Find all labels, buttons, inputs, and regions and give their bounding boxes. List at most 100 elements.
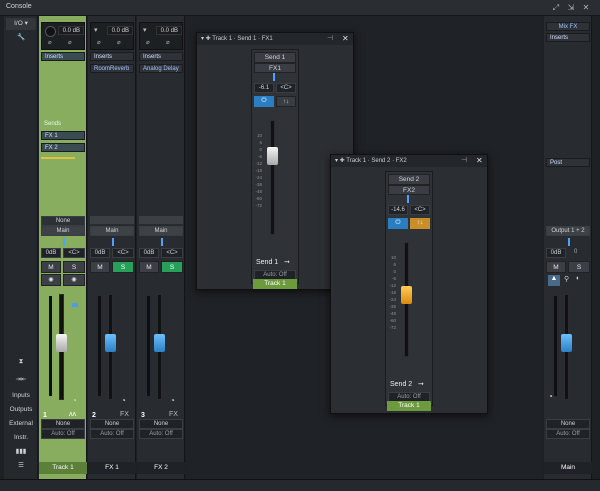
channel-name[interactable]: Track 1 [39, 462, 87, 474]
track-name[interactable]: Track 1 [253, 279, 297, 289]
inserts-header[interactable]: Inserts [546, 33, 590, 42]
pan-value[interactable]: <C> [112, 248, 134, 258]
nav-outputs[interactable]: Outputs [6, 404, 36, 416]
nav-external[interactable]: External [6, 418, 36, 430]
output-select[interactable]: Main [41, 226, 85, 236]
volume-value[interactable]: 0dB [139, 248, 159, 258]
solo-button[interactable]: S [63, 261, 85, 273]
width-knob-icon[interactable]: ◔ [170, 396, 175, 405]
mono-icon[interactable]: ▲ [548, 275, 560, 286]
power-icon[interactable]: ⏻ [254, 96, 274, 107]
channel-strip-track1[interactable]: 0.0 dB ⌀ ⌀ Inserts Sends FX 1 FX 2 None … [39, 16, 87, 479]
volume-value[interactable]: 0dB [90, 248, 110, 258]
output-select[interactable]: Main [90, 226, 134, 236]
collapse-icon[interactable]: ▾ ✚ [335, 158, 346, 164]
fader-cap[interactable] [154, 333, 165, 352]
gain-value[interactable]: 0.0 dB [58, 26, 84, 35]
gain-value[interactable]: 0.0 dB [107, 26, 133, 35]
channel-name[interactable]: FX 1 [88, 462, 136, 474]
mute-button[interactable]: M [41, 261, 61, 273]
automation-mode[interactable]: Auto: Off [546, 429, 590, 439]
channel-strip-fx1[interactable]: ▾ 0.0 dB ⌀ ⌀ Inserts RoomReverb Main 0dB… [88, 16, 136, 479]
solo-button[interactable]: S [161, 261, 183, 273]
expand-icon[interactable]: ⧗ [6, 356, 36, 368]
fader-cap[interactable] [56, 333, 67, 352]
fader-cap[interactable] [105, 333, 116, 352]
channel-name[interactable]: FX 2 [137, 462, 185, 474]
mute-button[interactable]: M [546, 261, 566, 273]
send-pan[interactable]: <C> [410, 205, 430, 215]
pin-icon[interactable]: ⤢ [551, 3, 561, 13]
channel-strip-main[interactable]: Mix FX Inserts Post Output 1 + 2 0dB 0 M… [544, 16, 592, 479]
channel-name[interactable]: Main [544, 462, 592, 474]
wrench-icon[interactable]: 🔧 [6, 32, 36, 44]
send-fader-cap[interactable] [267, 147, 278, 166]
send-pan[interactable]: <C> [276, 83, 296, 93]
io-select[interactable]: None [90, 419, 134, 429]
arrow-right-icon[interactable]: ➞ [284, 258, 290, 266]
nav-instruments[interactable]: Instr. [6, 432, 36, 444]
io-select[interactable]: None [139, 419, 183, 429]
volume-value[interactable]: 0dB [41, 248, 61, 258]
send-level[interactable]: -14.6 [388, 205, 408, 215]
width-knob-icon[interactable]: ◔ [72, 396, 77, 405]
arrow-right-icon[interactable]: ➞ [418, 380, 424, 388]
inserts-header[interactable]: Inserts [41, 52, 85, 61]
collapse-icon[interactable]: ▾ ✚ [201, 36, 212, 42]
width-knob-icon[interactable]: ◔ [121, 396, 126, 405]
prepost-button[interactable]: ↑↓ [276, 96, 296, 107]
send-fx2[interactable]: FX 2 [41, 143, 85, 152]
close-icon[interactable]: ✕ [581, 3, 591, 13]
send-destination[interactable]: FX2 [388, 185, 430, 195]
send-name[interactable]: Send 1 [254, 52, 296, 63]
automation-mode[interactable]: Auto: Off [139, 429, 183, 439]
phase-icon[interactable]: ⌀ [166, 39, 170, 46]
output-select[interactable]: Main [139, 226, 183, 236]
send-fx1[interactable]: FX 1 [41, 131, 85, 140]
bottom-scrollbar[interactable] [0, 479, 600, 491]
send-destination[interactable]: FX1 [254, 63, 296, 73]
phase-icon[interactable]: ⌀ [48, 39, 52, 46]
inserts-header[interactable]: Inserts [90, 52, 134, 61]
input-select[interactable]: None [41, 216, 85, 226]
insert-slot[interactable]: Analog Delay [139, 64, 183, 73]
nav-inputs[interactable]: Inputs [6, 390, 36, 402]
meter-view-icon[interactable]: ▮▮▮ [6, 446, 36, 458]
volume-value[interactable]: 0dB [546, 248, 566, 258]
inserts-header[interactable]: Inserts [139, 52, 183, 61]
pan-value[interactable]: <C> [63, 248, 85, 258]
mute-button[interactable]: M [139, 261, 159, 273]
io-dropdown[interactable]: I/O ▾ [6, 18, 36, 30]
automation-mode[interactable]: Auto: Off [90, 429, 134, 439]
channel-strip-fx2[interactable]: ▾ 0.0 dB ⌀ ⌀ Inserts Analog Delay Main 0… [137, 16, 185, 479]
record-button[interactable]: ◉ [63, 274, 85, 286]
send-window-2[interactable]: ▾ ✚ Track 1 · Send 2 · FX2 ⊣ ✕ Send 2 FX… [330, 154, 488, 414]
pan-value[interactable]: <C> [161, 248, 183, 258]
gain-knob[interactable] [45, 26, 56, 37]
phase-icon[interactable]: ⌀ [97, 39, 101, 46]
insert-slot[interactable]: RoomReverb [90, 64, 134, 73]
mute-button[interactable]: M [90, 261, 110, 273]
link-icon[interactable]: ◐ [576, 275, 580, 282]
send-name[interactable]: Send 2 [388, 174, 430, 185]
solo-button[interactable]: S [568, 261, 590, 273]
solo-button[interactable]: S [112, 261, 134, 273]
post-inserts-header[interactable]: Post [546, 158, 590, 167]
close-icon[interactable]: ✕ [342, 34, 349, 43]
phase-icon[interactable]: ⌀ [146, 39, 150, 46]
automation-mode[interactable]: Auto: Off [41, 429, 85, 439]
mix-fx-slot[interactable]: Mix FX [546, 22, 590, 31]
narrow-icon[interactable]: ⇥⇤ [6, 374, 36, 386]
send-level[interactable]: -6.1 [254, 83, 274, 93]
fader-cap[interactable] [561, 333, 572, 352]
output-select[interactable]: Output 1 + 2 [546, 226, 590, 236]
gain-value[interactable]: 0.0 dB [156, 26, 182, 35]
close-icon[interactable]: ✕ [476, 156, 483, 165]
power-icon[interactable]: ⏻ [388, 218, 408, 229]
dock-icon[interactable]: ⇲ [566, 3, 576, 13]
sends-header[interactable]: Sends [41, 120, 85, 129]
width-knob-icon[interactable]: ◔ [548, 392, 553, 401]
list-view-icon[interactable]: ☰ [6, 460, 36, 472]
io-select[interactable]: None [546, 419, 590, 429]
monitor-button[interactable]: ◉ [41, 274, 61, 286]
